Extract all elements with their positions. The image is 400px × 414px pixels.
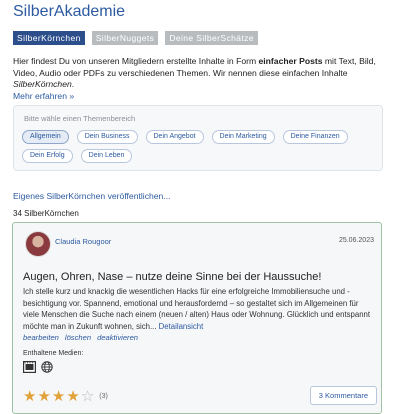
intro-bold: einfacher Posts [258, 56, 323, 66]
tab-silbernuggets[interactable]: SilberNuggets [91, 31, 159, 45]
post-author-link[interactable]: Claudia Rougoor [55, 237, 111, 246]
theme-chip-dein-leben[interactable]: Dein Leben [80, 149, 133, 163]
detail-view-link[interactable]: Detailansicht [159, 322, 204, 331]
intro-part-1: Hier findest Du von unseren Mitgliedern … [13, 56, 259, 66]
publish-post-link[interactable]: Eigenes SilberKörnchen veröffentlichen..… [13, 191, 171, 201]
star-icon[interactable]: ★ [52, 389, 65, 404]
edit-link[interactable]: bearbeiten [23, 333, 59, 342]
theme-filter-label: Bitte wähle einen Themenbereich [24, 114, 136, 123]
theme-chip-dein-business[interactable]: Dein Business [76, 130, 138, 144]
deactivate-link[interactable]: deaktivieren [97, 333, 138, 342]
post-actions: bearbeiten löschen deaktivieren [23, 333, 138, 342]
star-icon[interactable]: ★ [23, 389, 36, 404]
post-card: Claudia Rougoor 25.06.2023 Augen, Ohren,… [12, 222, 382, 414]
globe-icon [41, 361, 53, 373]
intro-italic: SilberKörnchen [13, 79, 72, 89]
post-excerpt: Ich stelle kurz und knackig die wesentli… [23, 286, 373, 332]
theme-chip-allgemein[interactable]: Allgemein [22, 130, 69, 144]
tab-bar: SilberKörnchen SilberNuggets Deine Silbe… [13, 31, 258, 45]
video-icon [23, 361, 36, 373]
page-title: SilberAkademie [13, 3, 126, 20]
intro-part-3: . [71, 79, 75, 89]
post-count: 34 SilberKörnchen [13, 209, 79, 218]
delete-link[interactable]: löschen [65, 333, 91, 342]
rating-count: (3) [99, 393, 108, 400]
theme-chip-dein-marketing[interactable]: Dein Marketing [211, 130, 275, 144]
theme-chip-dein-angebot[interactable]: Dein Angebot [145, 130, 204, 144]
tab-silberkoernchen[interactable]: SilberKörnchen [13, 31, 85, 45]
theme-chip-dein-erfolg[interactable]: Dein Erfolg [22, 149, 73, 163]
tab-deine-silberschaetze[interactable]: Deine SilberSchätze [165, 31, 258, 45]
star-icon[interactable]: ★ [37, 389, 50, 404]
media-icon-list [23, 361, 53, 373]
more-info-link[interactable]: Mehr erfahren » [13, 91, 74, 101]
comments-button[interactable]: 3 Kommentare [309, 386, 377, 405]
avatar[interactable] [25, 231, 51, 257]
theme-filter-box: Bitte wähle einen Themenbereich Allgemei… [13, 105, 383, 171]
theme-chip-list: Allgemein Dein Business Dein Angebot Dei… [22, 130, 377, 163]
star-rating[interactable]: ★ ★ ★ ★ ☆ (3) [23, 389, 108, 404]
post-date: 25.06.2023 [338, 237, 374, 244]
star-icon[interactable]: ★ [66, 389, 79, 404]
star-outline-icon[interactable]: ☆ [81, 389, 94, 404]
theme-chip-deine-finanzen[interactable]: Deine Finanzen [282, 130, 348, 144]
intro-text: Hier findest Du von unseren Mitgliedern … [13, 56, 391, 102]
media-label: Enthaltene Medien: [23, 350, 84, 357]
post-title[interactable]: Augen, Ohren, Nase – nutze deine Sinne b… [23, 271, 321, 283]
